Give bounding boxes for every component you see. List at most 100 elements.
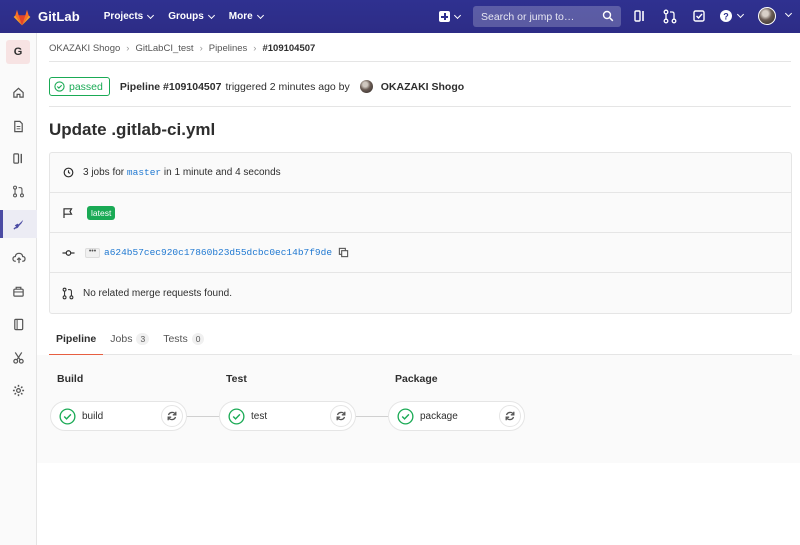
tab-tests-label: Tests (163, 333, 188, 345)
main-content: OKAZAKI Shogo › GitLabCI_test › Pipeline… (37, 33, 800, 545)
jobs-suffix: in 1 minute and 4 seconds (163, 167, 281, 178)
retry-icon (167, 411, 177, 421)
package-icon (13, 286, 24, 297)
merge-requests-row: No related merge requests found. (50, 273, 791, 313)
sidebar-item-snippets[interactable] (0, 343, 37, 371)
job-package[interactable]: package (388, 401, 525, 431)
jobs-count-badge: 3 (136, 333, 150, 345)
commit-row: ••• a624b57cec920c17860b23d55dcbc0ec14b7… (50, 233, 791, 273)
tab-tests[interactable]: Tests 0 (156, 323, 211, 355)
svg-text:?: ? (723, 12, 729, 22)
plus-icon (439, 11, 450, 22)
divider (49, 61, 791, 62)
stage-title-test: Test (226, 373, 247, 385)
commit-icon (61, 249, 75, 256)
retry-icon (505, 411, 515, 421)
retry-button[interactable] (499, 405, 521, 427)
breadcrumb-pipelines[interactable]: Pipelines (209, 43, 248, 54)
project-avatar[interactable]: G (6, 40, 30, 64)
stage-title-build: Build (57, 373, 84, 385)
job-name: test (251, 410, 268, 422)
latest-badge: latest (87, 205, 116, 220)
help-menu[interactable]: ? (719, 9, 745, 23)
merge-requests-text: No related merge requests found. (83, 287, 232, 299)
search-icon (602, 10, 614, 22)
retry-icon (336, 411, 346, 421)
job-name: package (420, 410, 458, 422)
status-label: passed (69, 80, 103, 93)
avatar[interactable] (359, 80, 373, 93)
help-icon: ? (720, 10, 732, 22)
chevron-down-icon (736, 10, 745, 19)
rocket-icon (13, 219, 24, 230)
user-avatar[interactable] (758, 7, 776, 25)
sidebar-item-wiki[interactable] (0, 310, 37, 338)
breadcrumb-project[interactable]: GitLabCI_test (135, 43, 193, 54)
search-input[interactable] (473, 10, 598, 23)
sidebar-item-ci-cd[interactable] (0, 210, 37, 238)
home-icon (13, 87, 24, 98)
sidebar-item-settings[interactable] (0, 376, 37, 404)
triggered-text: triggered 2 minutes ago by (225, 80, 350, 93)
project-sidebar: G (0, 33, 37, 545)
jobs-duration-row: 3 jobs for master in 1 minute and 4 seco… (50, 153, 791, 193)
top-navbar: GitLab Projects Groups More Search or ju… (0, 0, 800, 33)
chevron-down-icon[interactable] (784, 9, 793, 18)
toggle-commit-message-button[interactable]: ••• (85, 247, 100, 258)
check-circle-icon (54, 81, 65, 92)
divider (49, 106, 791, 107)
pipeline-header: passed Pipeline #109104507 triggered 2 m… (49, 77, 464, 96)
book-icon (14, 318, 24, 330)
chevron-right-icon: › (253, 43, 257, 54)
breadcrumb: OKAZAKI Shogo › GitLabCI_test › Pipeline… (49, 43, 315, 54)
page-title: Update .gitlab-ci.yml (49, 120, 216, 139)
job-test[interactable]: test (219, 401, 356, 431)
retry-button[interactable] (161, 405, 183, 427)
tab-pipeline-label: Pipeline (56, 333, 97, 345)
sidebar-item-repository[interactable] (0, 112, 37, 140)
tab-pipeline[interactable]: Pipeline (49, 323, 104, 356)
tests-count-badge: 0 (191, 333, 205, 345)
sidebar-item-operations[interactable] (0, 243, 37, 271)
issues-nav-icon[interactable] (633, 9, 647, 23)
clock-icon (63, 167, 73, 178)
new-item-button[interactable] (439, 11, 462, 22)
tab-jobs-label: Jobs (110, 333, 133, 345)
gear-icon (12, 384, 25, 396)
tags-row: latest (50, 193, 791, 233)
search-box[interactable] (473, 6, 621, 27)
status-badge[interactable]: passed (49, 77, 110, 96)
merge-request-icon (62, 287, 74, 299)
sidebar-item-project[interactable] (0, 78, 37, 106)
chevron-right-icon: › (126, 43, 130, 54)
job-name: build (82, 410, 104, 422)
chevron-right-icon: › (199, 43, 203, 54)
tab-jobs[interactable]: Jobs 3 (103, 323, 156, 355)
merge-requests-nav-icon[interactable] (663, 9, 677, 24)
breadcrumb-pipeline-id[interactable]: #109104507 (262, 43, 315, 54)
check-circle-icon (228, 407, 245, 425)
issues-icon (13, 152, 22, 164)
pipeline-info-box: 3 jobs for master in 1 minute and 4 seco… (49, 152, 792, 314)
stage-title-package: Package (395, 373, 438, 385)
pipeline-graph: Build Test Package build test package (37, 355, 800, 463)
sidebar-item-merge-requests[interactable] (0, 177, 37, 205)
chevron-down-icon (453, 11, 462, 19)
copy-icon[interactable] (338, 247, 349, 258)
pipeline-id: Pipeline #109104507 (119, 80, 222, 93)
check-circle-icon (59, 407, 76, 425)
check-circle-icon (397, 407, 414, 425)
job-build[interactable]: build (50, 401, 187, 431)
scissors-icon (13, 351, 24, 364)
sidebar-item-issues[interactable] (0, 144, 37, 172)
cloud-upload-icon (11, 252, 26, 263)
branch-link[interactable]: master (127, 167, 161, 178)
retry-button[interactable] (330, 405, 352, 427)
user-name[interactable]: OKAZAKI Shogo (381, 81, 464, 93)
commit-sha-link[interactable]: a624b57cec920c17860b23d55dcbc0ec14b7f9de (104, 247, 332, 258)
breadcrumb-user[interactable]: OKAZAKI Shogo (49, 43, 120, 54)
merge-request-icon (13, 185, 24, 197)
sidebar-item-packages[interactable] (0, 277, 37, 305)
todos-nav-icon[interactable] (692, 9, 706, 23)
file-icon (14, 120, 23, 132)
